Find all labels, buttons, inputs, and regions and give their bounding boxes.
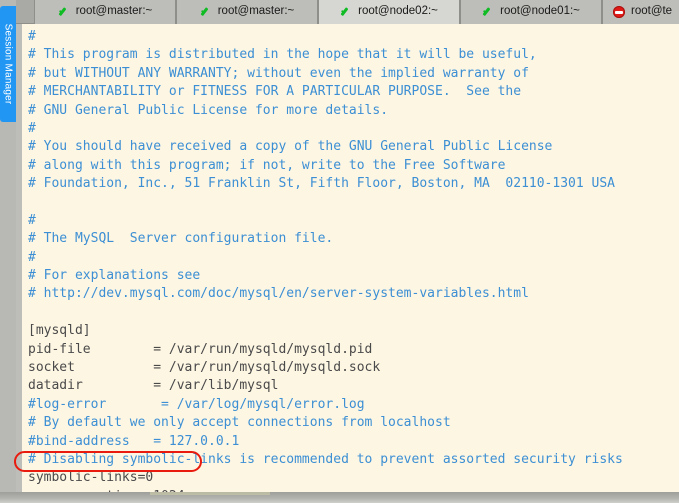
- session-manager-tab[interactable]: Session Manager: [0, 6, 16, 122]
- check-icon: [200, 6, 212, 18]
- tab-label: root@node01:~: [500, 5, 580, 18]
- terminal-line: # By default we only accept connections …: [28, 415, 451, 431]
- terminal-line: # For explanations see: [28, 268, 201, 284]
- terminal-line: #: [28, 249, 36, 265]
- check-icon: [482, 6, 494, 18]
- terminal-line: # Foundation, Inc., 51 Franklin St, Fift…: [28, 176, 615, 192]
- terminal-tab-bar: root@master:~ root@master:~ root@node02:…: [16, 0, 679, 24]
- left-sidebar: Session Manager: [0, 0, 16, 503]
- check-icon: [58, 6, 70, 18]
- terminal-line: # You should have received a copy of the…: [28, 139, 553, 155]
- terminal-line: # http://dev.mysql.com/doc/mysql/en/serv…: [28, 286, 529, 302]
- terminal-line: #bind-address = 127.0.0.1: [28, 433, 240, 449]
- tab-bar-left-gap: [16, 0, 34, 23]
- terminal-line: symbolic-links=0: [28, 470, 154, 486]
- terminal-line: # along with this program; if not, write…: [28, 157, 506, 173]
- tab-label: root@master:~: [217, 5, 295, 18]
- terminal-tab-root-node02[interactable]: root@node02:~: [318, 0, 460, 24]
- terminal-line: [mysqld]: [28, 323, 91, 339]
- tab-label: root@te: [631, 5, 673, 18]
- bottom-strip-highlight: [150, 492, 270, 495]
- terminal-line: socket = /var/run/mysqld/mysqld.sock: [28, 360, 381, 376]
- terminal-line: # Disabling symbolic-links is recommende…: [28, 451, 623, 467]
- terminal-frame: # # This program is distributed in the h…: [16, 24, 679, 492]
- terminal-line: # The MySQL Server configuration file.: [28, 231, 334, 247]
- terminal-line: # but WITHOUT ANY WARRANTY; without even…: [28, 65, 529, 81]
- check-icon: [340, 6, 352, 18]
- terminal-line: #log-error = /var/log/mysql/error.log: [28, 396, 365, 412]
- mobaxterm-window: Session Manager root@master:~ root@maste…: [0, 0, 679, 503]
- session-manager-label: Session Manager: [2, 23, 14, 105]
- tab-label: root@master:~: [75, 5, 153, 18]
- terminal-line: #: [28, 29, 36, 44]
- bottom-status-strip: [0, 492, 679, 503]
- terminal-tab-root-disconnected[interactable]: root@te: [602, 0, 679, 24]
- terminal-line: # This program is distributed in the hop…: [28, 47, 537, 63]
- terminal-tab-root-master-2[interactable]: root@master:~: [176, 0, 318, 24]
- terminal-line: pid-file = /var/run/mysqld/mysqld.pid: [28, 341, 373, 357]
- terminal-line: # MERCHANTABILITY or FITNESS FOR A PARTI…: [28, 84, 522, 100]
- no-entry-icon: [613, 6, 625, 18]
- terminal-line: #: [28, 212, 36, 228]
- terminal-tab-root-master-1[interactable]: root@master:~: [34, 0, 176, 24]
- terminal-output[interactable]: # # This program is distributed in the h…: [22, 24, 679, 492]
- tab-label: root@node02:~: [358, 5, 438, 18]
- terminal-line: # GNU General Public License for more de…: [28, 102, 389, 118]
- terminal-line: #: [28, 120, 36, 136]
- terminal-line: datadir = /var/lib/mysql: [28, 378, 279, 394]
- terminal-tab-root-node01[interactable]: root@node01:~: [460, 0, 602, 24]
